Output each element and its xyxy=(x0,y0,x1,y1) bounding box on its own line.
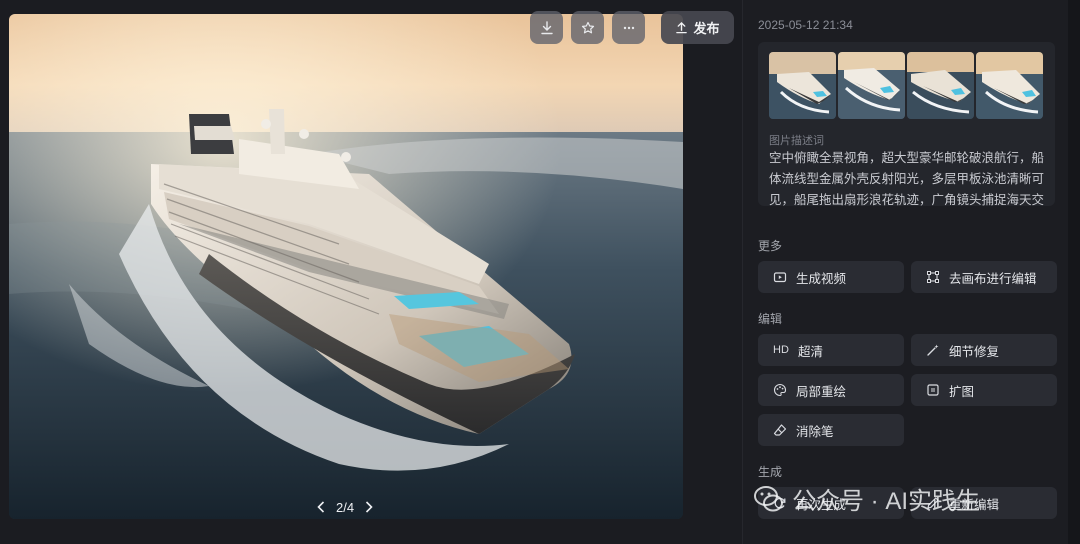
ship-thumbnail xyxy=(976,52,1043,119)
cruise-ship-image xyxy=(9,14,683,519)
generate-video-label: 生成视频 xyxy=(796,271,847,286)
canvas-edit-button[interactable]: 去画布进行编辑 xyxy=(911,261,1057,293)
canvas-icon xyxy=(925,269,941,285)
generate-video-button[interactable]: 生成视频 xyxy=(758,261,904,293)
eraser-button[interactable]: 消除笔 xyxy=(758,414,904,446)
ship-thumbnail xyxy=(838,52,905,119)
chevron-right-icon xyxy=(366,501,373,513)
next-image-button[interactable] xyxy=(362,499,376,515)
download-icon xyxy=(540,20,553,34)
canvas-edit-label: 去画布进行编辑 xyxy=(949,271,1037,286)
super-resolution-button[interactable]: HD 超清 xyxy=(758,334,904,366)
thumbnail-2[interactable] xyxy=(838,52,905,119)
eraser-label: 消除笔 xyxy=(796,424,834,439)
description-label: 图片描述词 xyxy=(769,135,824,147)
details-sidebar: 2025-05-12 21:34 图片描述词 空中俯瞰全景视角，超大型豪华邮轮破… xyxy=(742,0,1068,544)
magic-wand-icon xyxy=(925,342,941,358)
detail-fix-label: 细节修复 xyxy=(949,344,1000,359)
image-pager: 2/4 xyxy=(314,499,376,515)
wechat-icon xyxy=(754,485,783,511)
prompt-card: 图片描述词 空中俯瞰全景视角，超大型豪华邮轮破浪航行，船体流线型金属外壳反射阳光… xyxy=(758,42,1055,206)
eraser-icon xyxy=(772,422,788,438)
download-button[interactable] xyxy=(530,11,563,44)
upload-icon xyxy=(676,21,688,34)
section-more-label: 更多 xyxy=(758,239,783,253)
description-text: 空中俯瞰全景视角，超大型豪华邮轮破浪航行，船体流线型金属外壳反射阳光，多层甲板泳… xyxy=(769,151,1045,206)
watermark-text: 公众号 · AI实践生 xyxy=(792,488,981,515)
ship-thumbnail xyxy=(907,52,974,119)
section-edit-label: 编辑 xyxy=(758,312,783,326)
expand-image-button[interactable]: 扩图 xyxy=(911,374,1057,406)
ship-thumbnail xyxy=(769,52,836,119)
star-icon xyxy=(581,21,594,33)
hd-icon: HD xyxy=(773,344,789,356)
favorite-button[interactable] xyxy=(571,11,604,44)
generated-image[interactable] xyxy=(9,14,683,519)
wechat-watermark: 公众号 · AI实践生 xyxy=(752,481,980,516)
more-icon xyxy=(623,26,634,29)
thumbnail-1[interactable] xyxy=(769,52,836,119)
expand-image-label: 扩图 xyxy=(949,384,975,399)
prev-image-button[interactable] xyxy=(314,499,328,515)
publish-label: 发布 xyxy=(693,21,720,36)
pager-count: 2/4 xyxy=(336,499,355,515)
image-toolbar: 发布 xyxy=(530,11,734,44)
super-resolution-label: 超清 xyxy=(798,344,824,359)
chevron-left-icon xyxy=(317,501,325,513)
more-button[interactable] xyxy=(612,11,645,44)
thumbnail-4[interactable] xyxy=(976,52,1043,119)
section-generate-label: 生成 xyxy=(758,465,783,479)
detail-fix-button[interactable]: 细节修复 xyxy=(911,334,1057,366)
generation-timestamp: 2025-05-12 21:34 xyxy=(758,18,853,32)
palette-icon xyxy=(772,382,788,398)
image-viewer: 发布 2/4 xyxy=(0,0,742,544)
inpaint-label: 局部重绘 xyxy=(796,384,847,399)
app-root: 发布 2/4 2025-05-12 21:34 图片描述词 空中俯瞰全景视角，超… xyxy=(0,0,1080,544)
video-icon xyxy=(772,269,788,285)
thumbnail-3[interactable] xyxy=(907,52,974,119)
publish-button[interactable]: 发布 xyxy=(661,11,734,44)
expand-icon xyxy=(925,382,941,398)
inpaint-button[interactable]: 局部重绘 xyxy=(758,374,904,406)
thumbnail-strip xyxy=(769,52,1043,119)
